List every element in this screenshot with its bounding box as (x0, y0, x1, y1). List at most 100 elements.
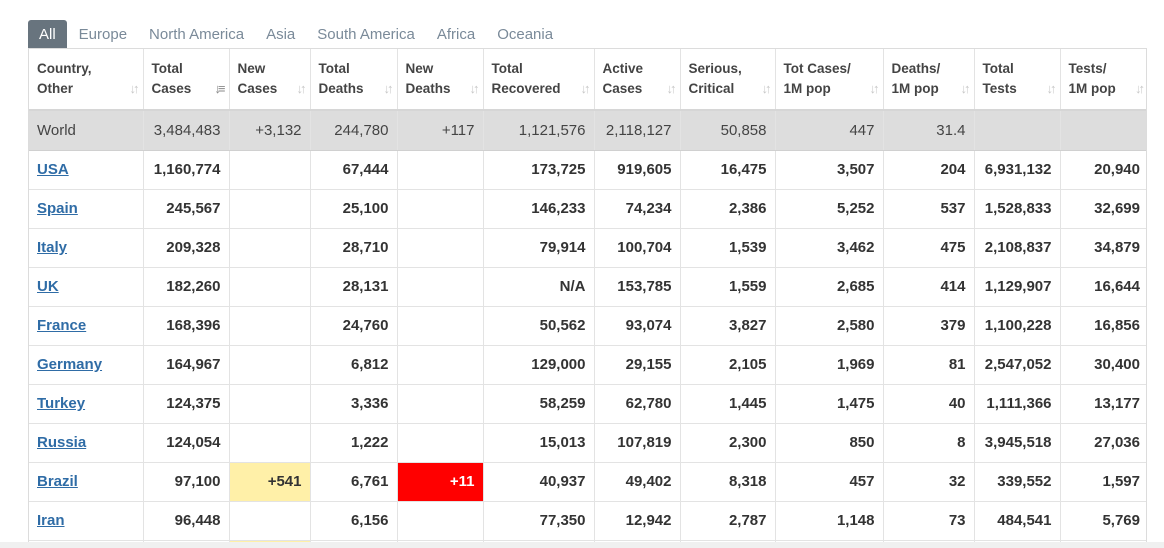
country-cell: Russia (29, 423, 144, 463)
deaths-per-1m-cell: 475 (883, 228, 975, 268)
cases-per-1m-cell: 3,462 (775, 228, 884, 268)
sort-icon[interactable]: ↓↑ (1047, 79, 1057, 99)
column-header-country[interactable]: Country, Other ↓↑ (29, 49, 144, 111)
total-deaths-cell: 6,761 (310, 462, 398, 502)
tab-south-america[interactable]: South America (307, 20, 425, 48)
column-header-deaths-per-1m[interactable]: Deaths/1M pop ↓↑ (883, 49, 975, 111)
horizontal-scrollbar[interactable] (0, 542, 1164, 548)
tab-europe[interactable]: Europe (69, 20, 137, 48)
column-header-active-cases[interactable]: Active Cases ↓↑ (594, 49, 681, 111)
serious-critical-cell: 2,386 (680, 189, 776, 229)
column-header-label: 1M pop (891, 81, 939, 96)
country-link[interactable]: UK (37, 278, 59, 295)
column-header-total-cases[interactable]: Total Cases ↓≡ (143, 49, 230, 111)
sort-icon[interactable]: ↓≡ (214, 79, 225, 99)
column-header-label: Critical (688, 81, 735, 96)
tab-oceania[interactable]: Oceania (487, 20, 563, 48)
country-link[interactable]: Russia (37, 434, 86, 451)
sort-icon[interactable]: ↓↑ (762, 79, 772, 99)
column-header-tests-per-1m[interactable]: Tests/1M pop ↓↑ (1060, 49, 1146, 111)
total-tests-cell: 2,108,837 (974, 228, 1061, 268)
sort-icon[interactable]: ↓↑ (384, 79, 394, 99)
cases-per-1m-cell: 5,252 (775, 189, 884, 229)
active-cases-cell: 74,234 (594, 189, 681, 229)
column-header-serious-critical[interactable]: Serious, Critical ↓↑ (680, 49, 776, 111)
serious-critical-cell: 1,559 (680, 267, 776, 307)
new-deaths-cell (397, 267, 484, 307)
world-total-recovered-cell: 1,121,576 (483, 110, 595, 151)
tab-asia[interactable]: Asia (256, 20, 305, 48)
total-deaths-cell: 24,760 (310, 306, 398, 346)
total-deaths-cell: 67,444 (310, 150, 398, 190)
country-link[interactable]: Turkey (37, 395, 85, 412)
sort-icon[interactable]: ↓↑ (470, 79, 480, 99)
column-header-cases-per-1m[interactable]: Tot Cases/1M pop ↓↑ (775, 49, 884, 111)
active-cases-cell: 93,074 (594, 306, 681, 346)
sort-icon[interactable]: ↓↑ (961, 79, 971, 99)
country-link[interactable]: France (37, 317, 86, 334)
country-link[interactable]: USA (37, 161, 69, 178)
tab-africa[interactable]: Africa (427, 20, 485, 48)
total-deaths-cell: 28,131 (310, 267, 398, 307)
column-header-label: Deaths (318, 81, 364, 96)
cases-per-1m-cell: 1,475 (775, 384, 884, 424)
column-header-total-recovered[interactable]: Total Recovered ↓↑ (483, 49, 595, 111)
serious-critical-cell: 8,318 (680, 462, 776, 502)
country-link[interactable]: Iran (37, 512, 65, 529)
tests-per-1m-cell: 1,597 (1060, 462, 1146, 502)
column-header-total-tests[interactable]: Total Tests ↓↑ (974, 49, 1061, 111)
new-deaths-cell (397, 423, 484, 463)
total-recovered-cell: 58,259 (483, 384, 595, 424)
cases-table-container: Country, Other ↓↑ Total Cases ↓≡ New Cases ↓↑ Tot… (28, 48, 1147, 548)
total-cases-cell: 96,448 (143, 501, 230, 541)
column-header-new-deaths[interactable]: New Deaths ↓↑ (397, 49, 484, 111)
country-cell: Germany (29, 345, 144, 385)
tab-north-america[interactable]: North America (139, 20, 254, 48)
country-link[interactable]: Brazil (37, 473, 78, 490)
new-cases-cell (229, 345, 311, 385)
country-cell: Italy (29, 228, 144, 268)
sort-icon[interactable]: ↓↑ (581, 79, 591, 99)
total-cases-cell: 124,375 (143, 384, 230, 424)
deaths-per-1m-cell: 81 (883, 345, 975, 385)
table-row: Italy 209,328 28,710 79,914 100,704 1,539 3,46… (29, 228, 1146, 268)
new-deaths-cell (397, 384, 484, 424)
active-cases-cell: 49,402 (594, 462, 681, 502)
tests-per-1m-cell: 30,400 (1060, 345, 1146, 385)
sort-icon[interactable]: ↓↑ (130, 79, 140, 99)
sort-icon[interactable]: ↓↑ (297, 79, 307, 99)
tests-per-1m-cell: 27,036 (1060, 423, 1146, 463)
sort-icon[interactable]: ↓↑ (870, 79, 880, 99)
country-link[interactable]: Italy (37, 239, 67, 256)
new-deaths-cell (397, 189, 484, 229)
total-recovered-cell: 50,562 (483, 306, 595, 346)
sort-icon[interactable]: ↓↑ (1135, 79, 1145, 99)
cases-per-1m-cell: 2,685 (775, 267, 884, 307)
total-tests-cell: 1,129,907 (974, 267, 1061, 307)
deaths-per-1m-cell: 414 (883, 267, 975, 307)
total-recovered-cell: 146,233 (483, 189, 595, 229)
total-recovered-cell: 173,725 (483, 150, 595, 190)
total-recovered-cell: 15,013 (483, 423, 595, 463)
tests-per-1m-cell: 32,699 (1060, 189, 1146, 229)
total-deaths-cell: 25,100 (310, 189, 398, 229)
deaths-per-1m-cell: 40 (883, 384, 975, 424)
total-recovered-cell: 77,350 (483, 501, 595, 541)
column-header-label: Tests/ (1068, 61, 1107, 76)
column-header-new-cases[interactable]: New Cases ↓↑ (229, 49, 311, 111)
tab-all[interactable]: All (28, 20, 67, 48)
serious-critical-cell: 2,787 (680, 501, 776, 541)
table-row: Iran 96,448 6,156 77,350 12,942 2,787 1,148 73 4… (29, 501, 1146, 541)
country-link[interactable]: Spain (37, 200, 78, 217)
cases-per-1m-cell: 3,507 (775, 150, 884, 190)
new-deaths-cell (397, 501, 484, 541)
column-header-total-deaths[interactable]: Total Deaths ↓↑ (310, 49, 398, 111)
new-cases-cell (229, 228, 311, 268)
table-row: Russia 124,054 1,222 15,013 107,819 2,300 850 8… (29, 423, 1146, 463)
country-link[interactable]: Germany (37, 356, 102, 373)
sort-icon[interactable]: ↓↑ (667, 79, 677, 99)
total-tests-cell: 1,528,833 (974, 189, 1061, 229)
cases-per-1m-cell: 1,148 (775, 501, 884, 541)
active-cases-cell: 919,605 (594, 150, 681, 190)
new-cases-cell (229, 150, 311, 190)
